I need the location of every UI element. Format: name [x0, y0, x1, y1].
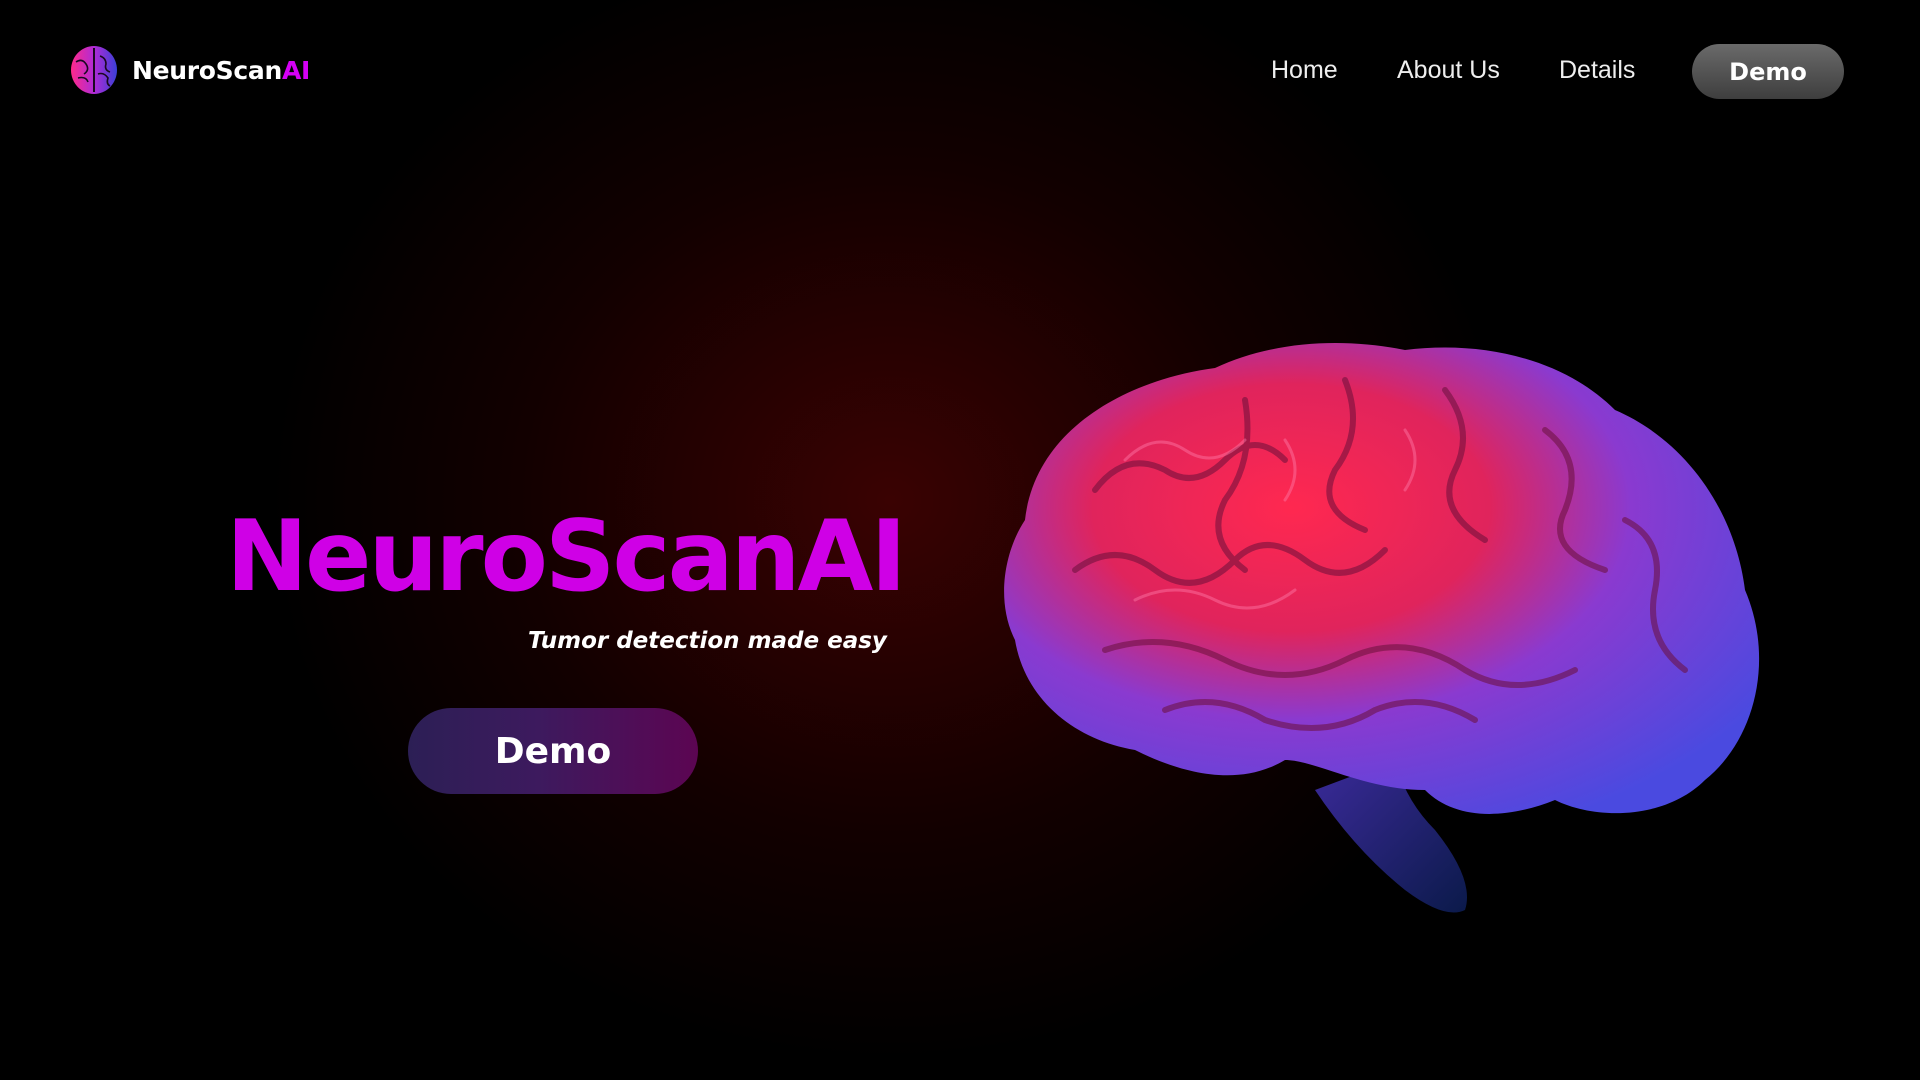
nav-demo-button[interactable]: Demo	[1692, 44, 1844, 99]
hero-title: NeuroScanAI	[226, 500, 907, 614]
brain-illustration	[1004, 343, 1760, 913]
brand-name-accent: AI	[281, 56, 311, 85]
brand-name-main: NeuroScan	[132, 56, 282, 85]
brain-icon[interactable]	[70, 44, 118, 96]
hero-demo-button[interactable]: Demo	[408, 708, 698, 794]
nav-link-home[interactable]: Home	[1271, 56, 1338, 85]
hero-subtitle: Tumor detection made easy	[528, 628, 887, 654]
nav-link-details[interactable]: Details	[1559, 56, 1635, 85]
nav-link-about-us[interactable]: About Us	[1397, 56, 1500, 85]
brand-name[interactable]: NeuroScanAI	[132, 56, 310, 85]
